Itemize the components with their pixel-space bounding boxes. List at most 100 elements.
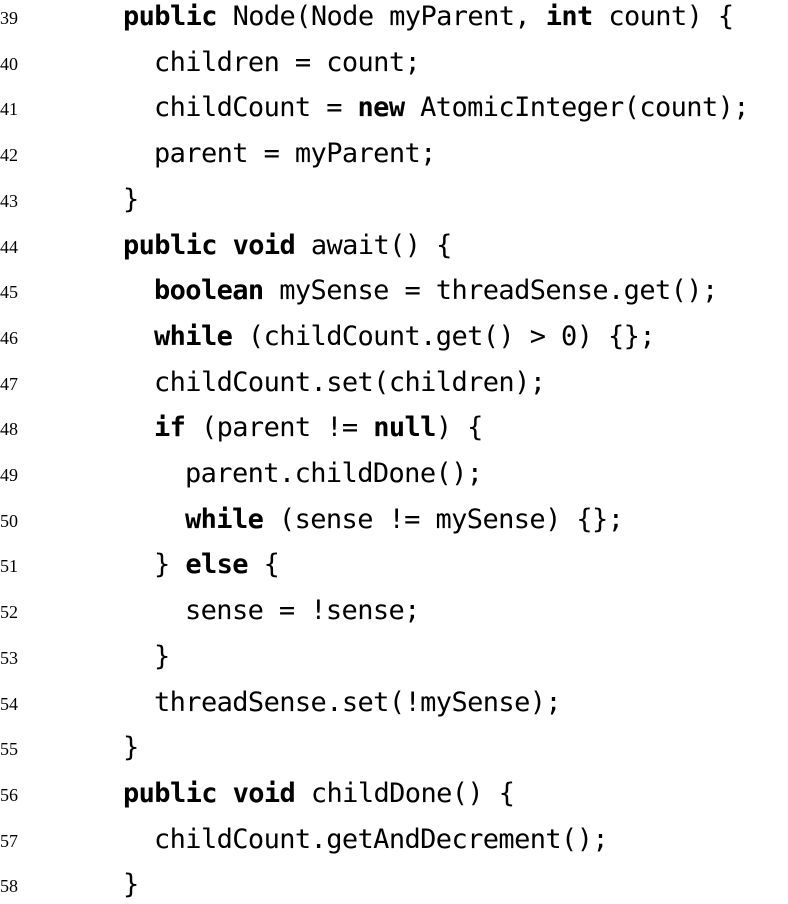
- code-line: 55}: [0, 727, 788, 767]
- code-token: }: [123, 732, 139, 764]
- keyword-token: boolean: [154, 275, 264, 307]
- code-text: parent = myParent;: [154, 138, 436, 170]
- code-listing: 39 public Node(Node myParent, int count) …: [0, 0, 788, 900]
- keyword-token: int: [545, 1, 594, 32]
- code-text: childCount = new AtomicInteger(count);: [154, 92, 750, 124]
- line-number: 58: [0, 876, 18, 897]
- code-line: 43}: [0, 179, 788, 219]
- code-text: sense = !sense;: [185, 595, 420, 627]
- code-line: 45 boolean mySense = threadSense.get();: [0, 270, 788, 310]
- line-number: 49: [0, 465, 18, 485]
- line-number: 48: [0, 419, 18, 440]
- code-text: }: [123, 184, 139, 216]
- line-number: 44: [0, 236, 18, 257]
- code-token: mySense = threadSense.get();: [263, 275, 718, 307]
- line-number: 42: [0, 145, 18, 166]
- code-line: 44 public void await() {: [0, 225, 788, 265]
- keyword-token: new: [357, 92, 406, 124]
- code-text: while (sense != mySense) {};: [185, 503, 624, 536]
- code-line: 54 threadSense.set(!mySense);: [0, 682, 788, 722]
- keyword-token: void: [232, 229, 296, 261]
- code-text: childCount.set(children);: [154, 366, 546, 399]
- code-line: 48 if (parent != null) {: [0, 407, 788, 447]
- keyword-token: while: [185, 503, 264, 535]
- code-token: count) {: [592, 1, 734, 32]
- line-number: 43: [0, 190, 18, 211]
- keyword-token: null: [373, 412, 436, 444]
- line-number: 53: [0, 647, 18, 668]
- code-text: }: [154, 641, 170, 673]
- line-number: 40: [0, 53, 18, 74]
- code-text: parent.childDone();: [185, 458, 483, 490]
- code-text: }: [123, 732, 139, 764]
- line-number: 45: [0, 282, 18, 303]
- line-number: 56: [0, 784, 18, 805]
- code-token: (sense != mySense) {};: [263, 503, 624, 535]
- code-token: Node(Node myParent,: [216, 1, 546, 32]
- keyword-token: public: [123, 777, 218, 809]
- code-token: AtomicInteger(count);: [404, 92, 749, 124]
- line-number: 39: [0, 8, 18, 28]
- line-number: 47: [0, 373, 18, 394]
- code-token: sense = !sense;: [185, 595, 420, 627]
- keyword-token: if: [154, 412, 186, 444]
- code-text: }: [123, 869, 139, 901]
- code-line: 47 childCount.set(children);: [0, 362, 788, 402]
- code-text: boolean mySense = threadSense.get();: [154, 275, 718, 307]
- code-line: 42 parent = myParent;: [0, 133, 788, 173]
- code-line: 39 public Node(Node myParent, int count) …: [0, 0, 788, 36]
- keyword-token: void: [232, 777, 296, 809]
- code-line: 52 sense = !sense;: [0, 590, 788, 630]
- line-number: 50: [0, 510, 18, 531]
- code-line: 49 parent.childDone();: [0, 453, 788, 493]
- code-token: }: [123, 183, 139, 215]
- code-token: }: [154, 549, 186, 581]
- line-number: 55: [0, 739, 18, 760]
- code-token: }: [123, 869, 139, 901]
- code-text: childCount.getAndDecrement();: [154, 823, 609, 856]
- code-token: childCount =: [154, 92, 358, 124]
- code-token: parent = myParent;: [154, 138, 436, 170]
- code-line: 50 while (sense != mySense) {};: [0, 499, 788, 539]
- code-token: ) {: [435, 412, 484, 444]
- code-token: threadSense.set(!mySense);: [154, 686, 562, 718]
- code-line: 56 public void childDone() {: [0, 773, 788, 813]
- code-token: parent.childDone();: [185, 458, 483, 489]
- code-token: childCount.getAndDecrement();: [154, 823, 609, 855]
- line-number: 57: [0, 830, 18, 851]
- code-token: }: [154, 640, 170, 672]
- line-number: 41: [0, 99, 18, 120]
- code-line: 41 childCount = new AtomicInteger(count);: [0, 87, 788, 127]
- code-line: 40 children = count;: [0, 42, 788, 82]
- code-text: public void await() {: [123, 230, 452, 262]
- code-token: childDone() {: [295, 777, 515, 809]
- code-token: (parent !=: [185, 412, 374, 444]
- line-number: 54: [0, 693, 18, 714]
- code-line: 46 while (childCount.get() > 0) {};: [0, 316, 788, 356]
- code-token: (childCount.get() > 0) {};: [232, 320, 656, 352]
- code-text: if (parent != null) {: [154, 412, 483, 444]
- keyword-token: while: [154, 320, 233, 352]
- code-text: public Node(Node myParent, int count) {: [123, 1, 734, 33]
- code-line: 51} else {: [0, 544, 788, 584]
- code-line: 57 childCount.getAndDecrement();: [0, 819, 788, 859]
- line-number: 52: [0, 602, 18, 623]
- code-token: await() {: [295, 229, 453, 261]
- code-token: childCount.set(children);: [154, 366, 546, 398]
- line-number: 46: [0, 327, 18, 348]
- keyword-token: public: [123, 229, 218, 261]
- line-number: 51: [0, 556, 18, 577]
- code-token: children = count;: [154, 46, 421, 78]
- code-token: {: [247, 549, 280, 581]
- code-line: 53}: [0, 636, 788, 676]
- code-text: children = count;: [154, 46, 421, 79]
- code-line: 58}: [0, 864, 788, 904]
- keyword-token: public: [123, 1, 218, 32]
- code-text: } else {: [154, 549, 280, 581]
- code-text: while (childCount.get() > 0) {};: [154, 320, 656, 353]
- keyword-token: else: [185, 549, 248, 581]
- code-text: threadSense.set(!mySense);: [154, 686, 562, 719]
- code-text: public void childDone() {: [123, 777, 515, 810]
